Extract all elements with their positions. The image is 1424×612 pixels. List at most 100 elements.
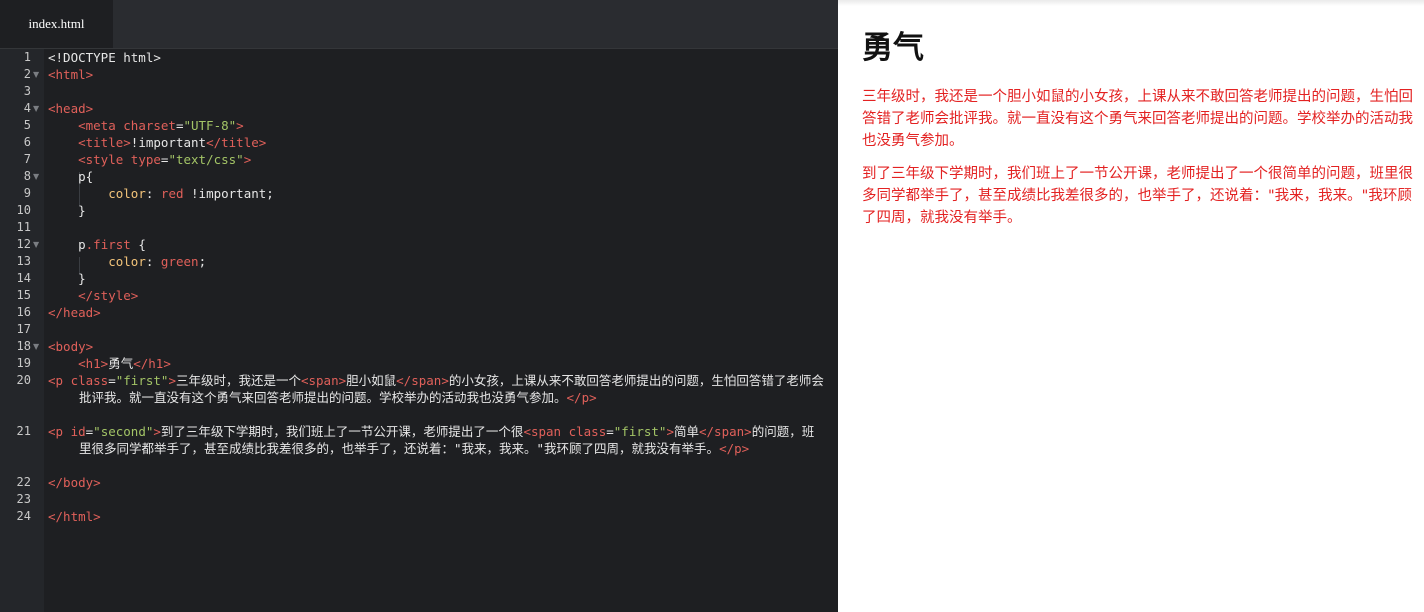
- token: <span>: [300, 373, 347, 388]
- token: class: [70, 373, 109, 388]
- token: <body>: [48, 339, 94, 354]
- code-text[interactable]: </body>: [48, 474, 826, 491]
- code-text[interactable]: p{: [48, 168, 826, 185]
- fold-arrow-icon[interactable]: ▼: [33, 168, 39, 185]
- token: 简单: [673, 424, 699, 439]
- token: red: [160, 186, 184, 201]
- token: "first": [613, 424, 667, 439]
- preview-heading: 勇气: [862, 30, 924, 66]
- token: 胆小如鼠: [346, 373, 397, 388]
- code-text[interactable]: <body>: [48, 338, 826, 355]
- line-number: 11: [16, 220, 31, 234]
- token: }: [78, 271, 86, 286]
- code-line: 20 <p class="first">三年级时，我还是一个<span>胆小如鼠…: [0, 372, 838, 423]
- line-number: 18: [16, 339, 31, 353]
- code-line: 2 ▼ <html>: [0, 66, 838, 83]
- fold-arrow-icon[interactable]: ▼: [33, 66, 39, 83]
- token: </span>: [699, 424, 752, 439]
- code-line: 16 </head>: [0, 304, 838, 321]
- token: 勇气: [108, 356, 134, 371]
- token: <h1>: [78, 356, 109, 371]
- token: <title>: [78, 135, 131, 150]
- code-line: 1 <!DOCTYPE html>: [0, 49, 838, 66]
- token: id: [70, 424, 86, 439]
- token: <html>: [48, 67, 94, 82]
- code-line: 11: [0, 219, 838, 236]
- line-number: 22: [16, 475, 31, 489]
- token: </title>: [206, 135, 267, 150]
- code-text[interactable]: color: red !important;: [48, 185, 826, 202]
- code-line: 12 ▼ p.first {: [0, 236, 838, 253]
- code-text[interactable]: p.first {: [48, 236, 826, 253]
- code-text[interactable]: </html>: [48, 508, 826, 525]
- token: </span: [396, 373, 442, 388]
- line-number: 16: [16, 305, 31, 319]
- line-number: 2: [23, 67, 31, 81]
- line-number: 7: [23, 152, 31, 166]
- code-line: 9 color: red !important;: [0, 185, 838, 202]
- code-line: 17: [0, 321, 838, 338]
- code-line: 10 }: [0, 202, 838, 219]
- fold-arrow-icon[interactable]: ▼: [33, 100, 39, 117]
- code-text[interactable]: <title>!important</title>: [48, 134, 826, 151]
- fold-arrow-icon[interactable]: ▼: [33, 236, 39, 253]
- code-text[interactable]: <p class="first">三年级时，我还是一个<span>胆小如鼠</s…: [17, 372, 826, 406]
- line-number: 23: [16, 492, 31, 506]
- code-text[interactable]: color: green;: [48, 253, 826, 270]
- line-number: 4: [23, 101, 31, 115]
- token: >: [441, 373, 449, 388]
- code-text[interactable]: <meta charset="UTF-8">: [48, 117, 826, 134]
- token: >: [168, 373, 176, 388]
- token: <style: [78, 152, 131, 167]
- code-line: 4 ▼ <head>: [0, 100, 838, 117]
- token: color: [108, 186, 146, 201]
- token: </style>: [78, 288, 139, 303]
- token: 三年级时，我还是一个: [175, 373, 301, 388]
- token: class: [568, 424, 607, 439]
- token: <!DOCTYPE html>: [48, 50, 161, 65]
- code-line: 18 ▼ <body>: [0, 338, 838, 355]
- preview-top-border: [838, 0, 1424, 6]
- token: >: [236, 118, 244, 133]
- code-text[interactable]: </head>: [48, 304, 826, 321]
- code-text[interactable]: <h1>勇气</h1>: [48, 355, 826, 372]
- token: !important;: [183, 186, 274, 201]
- code-lines: 1 <!DOCTYPE html> 2 ▼ <html> 3 4 ▼ <head…: [0, 49, 838, 525]
- token: 到了三年级下学期时，我们班上了一节公开课，老师提出了一个很: [160, 424, 524, 439]
- token: <head>: [48, 101, 94, 116]
- code-text[interactable]: <!DOCTYPE html>: [48, 49, 826, 66]
- code-line: 3: [0, 83, 838, 100]
- token: =: [606, 424, 614, 439]
- token: </head>: [48, 305, 101, 320]
- token: >: [243, 152, 252, 167]
- line-number: 6: [23, 135, 31, 149]
- live-preview-pane: 勇气 三年级时，我还是一个胆小如鼠的小女孩，上课从来不敢回答老师提出的问题，生怕…: [838, 0, 1424, 612]
- code-text[interactable]: }: [48, 270, 826, 287]
- code-text[interactable]: <style type="text/css">: [48, 151, 826, 168]
- code-line: 24 </html>: [0, 508, 838, 525]
- line-number: 10: [16, 203, 31, 217]
- tab-index-html[interactable]: index.html: [0, 0, 113, 48]
- line-number: 9: [23, 186, 31, 200]
- token: "UTF-8": [183, 118, 237, 133]
- fold-arrow-icon[interactable]: ▼: [33, 338, 39, 355]
- code-text[interactable]: }: [48, 202, 826, 219]
- line-number: 12: [16, 237, 31, 251]
- code-line: 5 <meta charset="UTF-8">: [0, 117, 838, 134]
- token: </p>: [719, 441, 750, 456]
- code-text[interactable]: </style>: [48, 287, 826, 304]
- token: p: [78, 237, 86, 252]
- token: <p: [48, 373, 71, 388]
- line-number: 14: [16, 271, 31, 285]
- code-text[interactable]: <html>: [48, 66, 826, 83]
- code-text[interactable]: <p id="second">到了三年级下学期时，我们班上了一节公开课，老师提出…: [17, 423, 826, 457]
- code-editor[interactable]: index.html 1 <!DOCTYPE html> 2 ▼ <html> …: [0, 0, 838, 612]
- token: "text/css": [168, 152, 244, 167]
- code-line: 22 </body>: [0, 474, 838, 491]
- line-number: 1: [23, 50, 31, 64]
- code-text[interactable]: <head>: [48, 100, 826, 117]
- token: "second": [93, 424, 154, 439]
- token: charset: [123, 118, 176, 133]
- token: >: [153, 424, 161, 439]
- preview-paragraph-second: 到了三年级下学期时，我们班上了一节公开课，老师提出了一个很简单的问题，班里很多同…: [862, 166, 1413, 226]
